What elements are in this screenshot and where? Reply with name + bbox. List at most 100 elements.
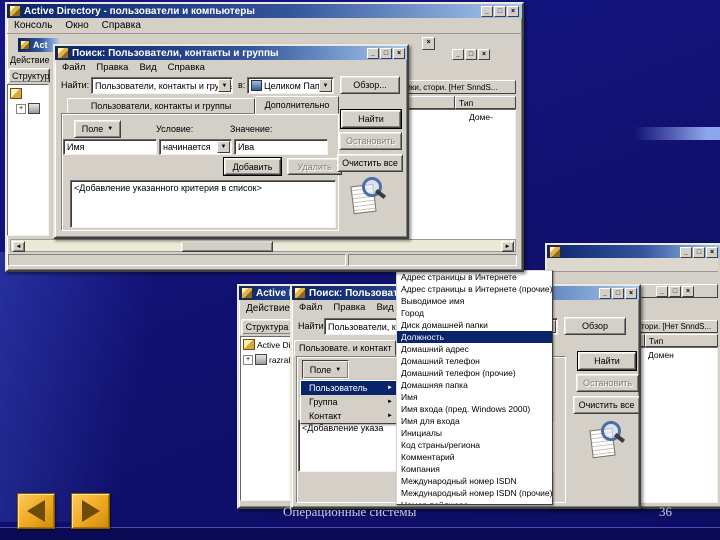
- horizontal-scrollbar[interactable]: ◄ ►: [10, 239, 516, 252]
- clear-all-button[interactable]: Очистить все: [573, 396, 639, 414]
- menu-item-group[interactable]: Группа ►: [301, 395, 397, 409]
- field-button-label: Поле: [309, 364, 332, 375]
- maximize-icon[interactable]: □: [494, 6, 506, 17]
- chevron-down-icon[interactable]: ▼: [319, 79, 332, 92]
- field-option[interactable]: Инициалы: [397, 427, 552, 439]
- menu-console[interactable]: Консоль: [14, 20, 52, 31]
- field-popup-menu: Пользователь ► Группа ► Контакт ►: [300, 380, 398, 424]
- find-now-button[interactable]: Найти: [577, 351, 637, 371]
- field-option[interactable]: Диск домашней папки: [397, 319, 552, 331]
- field-option[interactable]: Международный номер ISDN: [397, 475, 552, 487]
- field-option[interactable]: Город: [397, 307, 552, 319]
- field-option[interactable]: Домашний адрес: [397, 343, 552, 355]
- slide: _ □ × _ □ × тори. [Нет SnndS... Тип Доме…: [0, 0, 720, 540]
- scroll-left-icon[interactable]: ◄: [12, 241, 25, 252]
- field-name-input[interactable]: Имя: [63, 139, 157, 155]
- remove-button[interactable]: Удалить: [287, 158, 342, 175]
- menu-view[interactable]: Вид: [376, 302, 393, 313]
- stop-button[interactable]: Остановить: [339, 132, 402, 150]
- close-icon[interactable]: ×: [478, 49, 490, 60]
- menu-action-fragment[interactable]: Действие: [10, 55, 52, 65]
- list-value-domain[interactable]: Доме-: [469, 112, 493, 122]
- field-option[interactable]: Имя: [397, 391, 552, 403]
- menu-file[interactable]: Файл: [299, 302, 322, 313]
- clear-all-button[interactable]: Очистить все: [337, 154, 403, 172]
- menu-edit[interactable]: Правка: [333, 302, 365, 313]
- browse-button[interactable]: Обзор: [564, 317, 626, 335]
- list-value-domain[interactable]: Домен: [648, 350, 674, 360]
- menu-edit[interactable]: Правка: [96, 62, 128, 73]
- dialog2-tab-main[interactable]: Пользовате. и контакт: [294, 340, 396, 356]
- menu-file[interactable]: Файл: [62, 62, 85, 73]
- column-header-type[interactable]: Тип: [645, 334, 718, 347]
- tree-item-root[interactable]: [8, 88, 48, 99]
- close-icon[interactable]: ×: [422, 37, 435, 50]
- maximize-icon[interactable]: □: [669, 286, 681, 297]
- scrollbar-thumb[interactable]: [181, 241, 273, 252]
- find-type-combobox[interactable]: Пользователи, контакты и группы ▼: [91, 77, 233, 94]
- field-option[interactable]: Компания: [397, 463, 552, 475]
- field-option[interactable]: Домашний телефон: [397, 355, 552, 367]
- field-option[interactable]: Выводимое имя: [397, 295, 552, 307]
- minimize-icon[interactable]: _: [452, 49, 464, 60]
- maximize-icon[interactable]: □: [693, 247, 705, 258]
- nav-back-button[interactable]: [17, 493, 55, 529]
- dialog1-tab-main[interactable]: Пользователи, контакты и группы: [67, 98, 255, 114]
- maximize-icon[interactable]: □: [465, 49, 477, 60]
- field-option[interactable]: Домашняя папка: [397, 379, 552, 391]
- value-input[interactable]: Ива: [234, 139, 328, 155]
- field-option[interactable]: Международный номер ISDN (прочие): [397, 487, 552, 499]
- field-option-selected[interactable]: Должность: [397, 331, 552, 343]
- browse-button[interactable]: Обзор...: [340, 76, 400, 94]
- criteria-listbox[interactable]: <Добавление указанного критерия в список…: [70, 180, 336, 228]
- field-option[interactable]: Номер пейджера: [397, 499, 552, 504]
- dialog1-tab-advanced[interactable]: Дополнительно: [255, 96, 339, 114]
- minimize-icon[interactable]: _: [599, 288, 611, 299]
- menu-item-contact[interactable]: Контакт ►: [301, 409, 397, 423]
- nav-forward-button[interactable]: [71, 493, 110, 529]
- field-option[interactable]: Адрес страницы в Интернете: [397, 271, 552, 283]
- expand-icon[interactable]: +: [16, 103, 26, 114]
- column-header-type[interactable]: Тип: [455, 96, 516, 109]
- menu-help[interactable]: Справка: [102, 20, 141, 31]
- find-now-button[interactable]: Найти: [340, 109, 402, 129]
- scroll-right-icon[interactable]: ►: [501, 241, 514, 252]
- menu-window[interactable]: Окно: [65, 20, 88, 31]
- minimize-icon[interactable]: _: [481, 6, 493, 17]
- maximize-icon[interactable]: □: [380, 48, 392, 59]
- maximize-icon[interactable]: □: [612, 288, 624, 299]
- add-button[interactable]: Добавить: [223, 157, 282, 176]
- minimize-icon[interactable]: _: [656, 286, 668, 297]
- minimize-icon[interactable]: _: [680, 247, 692, 258]
- tree-item-domain[interactable]: +: [8, 103, 48, 114]
- window1-caption-buttons: _ □ ×: [481, 6, 519, 17]
- window2-tree-tab[interactable]: Структура: [241, 319, 293, 335]
- field-option[interactable]: Комментарий: [397, 451, 552, 463]
- expand-icon[interactable]: +: [243, 354, 253, 365]
- window1-tree-tab[interactable]: Структура: [8, 68, 50, 83]
- menu-item-label: Контакт: [309, 411, 342, 421]
- field-option[interactable]: Имя для входа: [397, 415, 552, 427]
- menu-help[interactable]: Справка: [168, 62, 205, 73]
- dialog1-caption-buttons: _ □ ×: [367, 48, 405, 59]
- forward-arrow-icon: [81, 500, 100, 522]
- chevron-down-icon[interactable]: ▼: [218, 79, 231, 92]
- chevron-down-icon[interactable]: ▼: [217, 141, 230, 153]
- condition-combobox[interactable]: начинается ▼: [159, 139, 232, 155]
- close-icon[interactable]: ×: [393, 48, 405, 59]
- menu-view[interactable]: Вид: [139, 62, 156, 73]
- minimize-icon[interactable]: _: [367, 48, 379, 59]
- close-icon[interactable]: ×: [507, 6, 519, 17]
- stop-button[interactable]: Остановить: [576, 374, 639, 392]
- field-option[interactable]: Имя входа (пред. Windows 2000): [397, 403, 552, 415]
- close-icon[interactable]: ×: [706, 247, 718, 258]
- close-icon[interactable]: ×: [682, 286, 694, 297]
- field-menu-button[interactable]: Поле ▼: [74, 120, 121, 138]
- menu-item-user[interactable]: Пользователь ►: [301, 381, 397, 395]
- field-option[interactable]: Код страны/региона: [397, 439, 552, 451]
- find-scope-combobox[interactable]: Целиком Папка ▼: [247, 77, 334, 94]
- field-option[interactable]: Адрес страницы в Интернете (прочие): [397, 283, 552, 295]
- close-icon[interactable]: ×: [625, 288, 637, 299]
- field-menu-button[interactable]: Поле ▼: [302, 360, 349, 379]
- field-option[interactable]: Домашний телефон (прочие): [397, 367, 552, 379]
